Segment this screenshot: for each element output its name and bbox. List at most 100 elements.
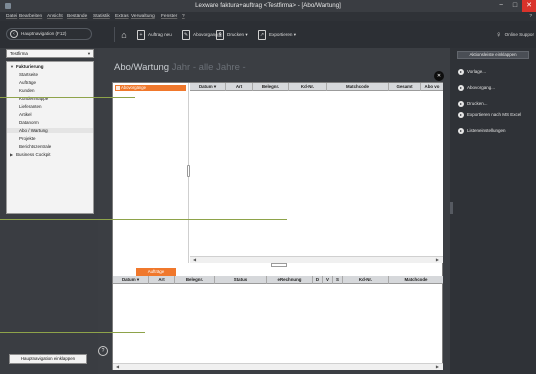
export-icon: ↗: [258, 29, 266, 40]
action-list-settings[interactable]: ▸ Listeneinstellungen: [458, 127, 506, 134]
column-header-status[interactable]: Status: [215, 276, 267, 284]
nav-item-projekte[interactable]: Projekte: [19, 136, 36, 141]
home-button[interactable]: ⌂: [119, 29, 132, 41]
subscription-label: Abovorgang: [193, 32, 218, 37]
menu-extras[interactable]: Extras: [115, 14, 129, 19]
column-header-art[interactable]: Art: [149, 276, 175, 284]
nav-group-fakturierung[interactable]: ▼ Fakturierung: [10, 64, 44, 69]
scroll-right-icon[interactable]: ▶: [436, 364, 439, 369]
list-settings-icon: ▸: [458, 127, 464, 134]
column-header-erechnung[interactable]: eRechnung: [267, 276, 313, 284]
company-select-value: Testfirma: [10, 51, 28, 56]
company-select[interactable]: Testfirma ▼: [6, 49, 94, 58]
scroll-left-icon[interactable]: ◀: [193, 257, 196, 262]
help-icon[interactable]: ?: [529, 14, 532, 19]
print-icon: ▸: [458, 100, 464, 107]
menu-datei[interactable]: Datei: [6, 14, 17, 19]
scroll-right-icon[interactable]: ▶: [436, 257, 439, 262]
subscriptions-grid: Datum ▾ Art Belegnr. Kd-Nr. Matchcode Ge…: [190, 83, 443, 263]
scroll-left-icon[interactable]: ◀: [116, 364, 119, 369]
printer-icon: ⎙: [216, 29, 224, 40]
arrow-left-circle-icon: ‹: [10, 30, 18, 38]
action-export-excel[interactable]: ▸ Exportieren nach MS Excel: [458, 111, 521, 118]
column-header-art[interactable]: Art: [226, 83, 253, 91]
menu-statistik[interactable]: Statistik: [93, 14, 110, 19]
online-support-button[interactable]: ♀ Online Suppor: [496, 29, 534, 41]
action-print[interactable]: ▸ Drucken...: [458, 100, 488, 107]
print-dropdown-button[interactable]: ⎙ Drucken ▾: [216, 29, 248, 41]
menu-fenster[interactable]: Fenster: [161, 14, 177, 19]
collapse-action-panel-button[interactable]: Aktionsleiste einklappen: [457, 51, 529, 59]
toolbar-separator: [114, 27, 115, 42]
chevron-down-icon: ▾: [245, 32, 248, 37]
export-label: Exportieren: [269, 32, 293, 37]
column-header-datum[interactable]: Datum ▾: [113, 276, 149, 284]
home-icon: ⌂: [121, 29, 127, 40]
column-header-belegnr[interactable]: Belegnr.: [253, 83, 289, 91]
menu-bar: Datei Bearbeiten Ansicht Bestände Statis…: [0, 12, 536, 21]
top-grid-horizontal-scrollbar[interactable]: ◀ ▶: [190, 256, 443, 263]
tab-auftraege[interactable]: Aufträge: [136, 268, 176, 276]
new-document-icon: +: [137, 29, 145, 40]
menu-info[interactable]: ?: [182, 14, 185, 19]
print-label: Drucken: [227, 32, 245, 37]
new-order-button[interactable]: + Auftrag neu: [137, 29, 172, 41]
edit-document-icon: ✎: [182, 29, 190, 40]
column-header-kdnr[interactable]: Kd-Nr.: [289, 83, 327, 91]
template-icon: ▸: [458, 68, 464, 75]
callout-line-orders: [0, 332, 145, 333]
menu-bestaende[interactable]: Bestände: [67, 14, 87, 19]
excel-export-icon: ▸: [458, 111, 464, 118]
column-header-belegnr[interactable]: Belegnr.: [175, 276, 215, 284]
orders-grid-header: Datum ▾ Art Belegnr. Status eRechnung D …: [113, 276, 443, 284]
action-subscription[interactable]: ▸ Abovorgang...: [458, 84, 495, 91]
menu-ansicht[interactable]: Ansicht: [47, 14, 63, 19]
nav-item-datanorm[interactable]: Datanorm: [19, 120, 39, 125]
export-dropdown-button[interactable]: ↗ Exportieren ▾: [258, 29, 296, 41]
tree-item-abovorgaenge[interactable]: Abovorgänge: [115, 85, 186, 91]
collapse-navigation-button[interactable]: Hauptnavigation einklappen: [9, 354, 87, 364]
bottom-grid-horizontal-scrollbar[interactable]: ◀ ▶: [113, 363, 443, 370]
window-title: Lexware faktura+auftrag <Testfirma> - [A…: [195, 2, 341, 9]
help-circle-icon[interactable]: ?: [98, 346, 108, 356]
main-area: Abo/Wartung Jahr - alle Jahre - ✕ Abovor…: [98, 48, 450, 374]
page-title: Abo/Wartung Jahr - alle Jahre -: [114, 62, 246, 73]
folder-tree-pane: Abovorgänge: [113, 83, 189, 263]
close-window-button[interactable]: ✕: [522, 0, 536, 12]
nav-toggle-label: Hauptnavigation (F12): [21, 31, 67, 36]
menu-bearbeiten[interactable]: Bearbeiten: [19, 14, 42, 19]
column-header-s[interactable]: S: [333, 276, 343, 284]
close-view-button[interactable]: ✕: [434, 71, 444, 81]
nav-item-abo-wartung[interactable]: Abo / Wartung: [7, 128, 93, 133]
navigation-tree: ▼ Fakturierung Startseite Aufträge Kunden…: [6, 61, 94, 214]
maximize-button[interactable]: □: [508, 0, 522, 12]
action-template[interactable]: ▸ Vorlage...: [458, 68, 486, 75]
new-order-label: Auftrag neu: [148, 32, 172, 37]
nav-group-business-cockpit[interactable]: ▶ Business Cockpit: [10, 152, 51, 157]
column-header-d[interactable]: D: [313, 276, 323, 284]
nav-item-auftraege[interactable]: Aufträge: [19, 80, 36, 85]
column-header-kdnr[interactable]: Kd-Nr.: [343, 276, 389, 284]
column-header-matchcode[interactable]: Matchcode: [327, 83, 389, 91]
column-header-abo-von[interactable]: Abo vo: [421, 83, 443, 91]
menu-verwaltung[interactable]: Verwaltung: [131, 14, 155, 19]
nav-item-kunden[interactable]: Kunden: [19, 88, 35, 93]
minimize-button[interactable]: −: [494, 0, 508, 12]
chevron-down-icon: ▼: [87, 51, 91, 56]
nav-item-lieferanten[interactable]: Lieferanten: [19, 104, 42, 109]
column-header-v[interactable]: V: [323, 276, 333, 284]
online-support-label: Online Suppor: [504, 32, 534, 38]
nav-item-berichtszentrale[interactable]: Berichtszentrale: [19, 144, 51, 149]
subscriptions-grid-header: Datum ▾ Art Belegnr. Kd-Nr. Matchcode Ge…: [190, 83, 443, 91]
column-header-datum[interactable]: Datum ▾: [190, 83, 226, 91]
column-header-matchcode[interactable]: Matchcode: [389, 276, 443, 284]
column-header-gesamt[interactable]: Gesamt: [389, 83, 421, 91]
title-bar: Lexware faktura+auftrag <Testfirma> - [A…: [0, 0, 536, 12]
lightbulb-icon: ♀: [495, 30, 502, 39]
callout-line-navigation: [0, 97, 135, 98]
main-navigation-toggle-button[interactable]: ‹ Hauptnavigation (F12): [6, 28, 92, 40]
action-panel-splitter-handle[interactable]: [450, 202, 453, 214]
nav-item-startseite[interactable]: Startseite: [19, 72, 38, 77]
nav-item-artikel[interactable]: Artikel: [19, 112, 32, 117]
horizontal-splitter-handle[interactable]: [271, 263, 287, 267]
